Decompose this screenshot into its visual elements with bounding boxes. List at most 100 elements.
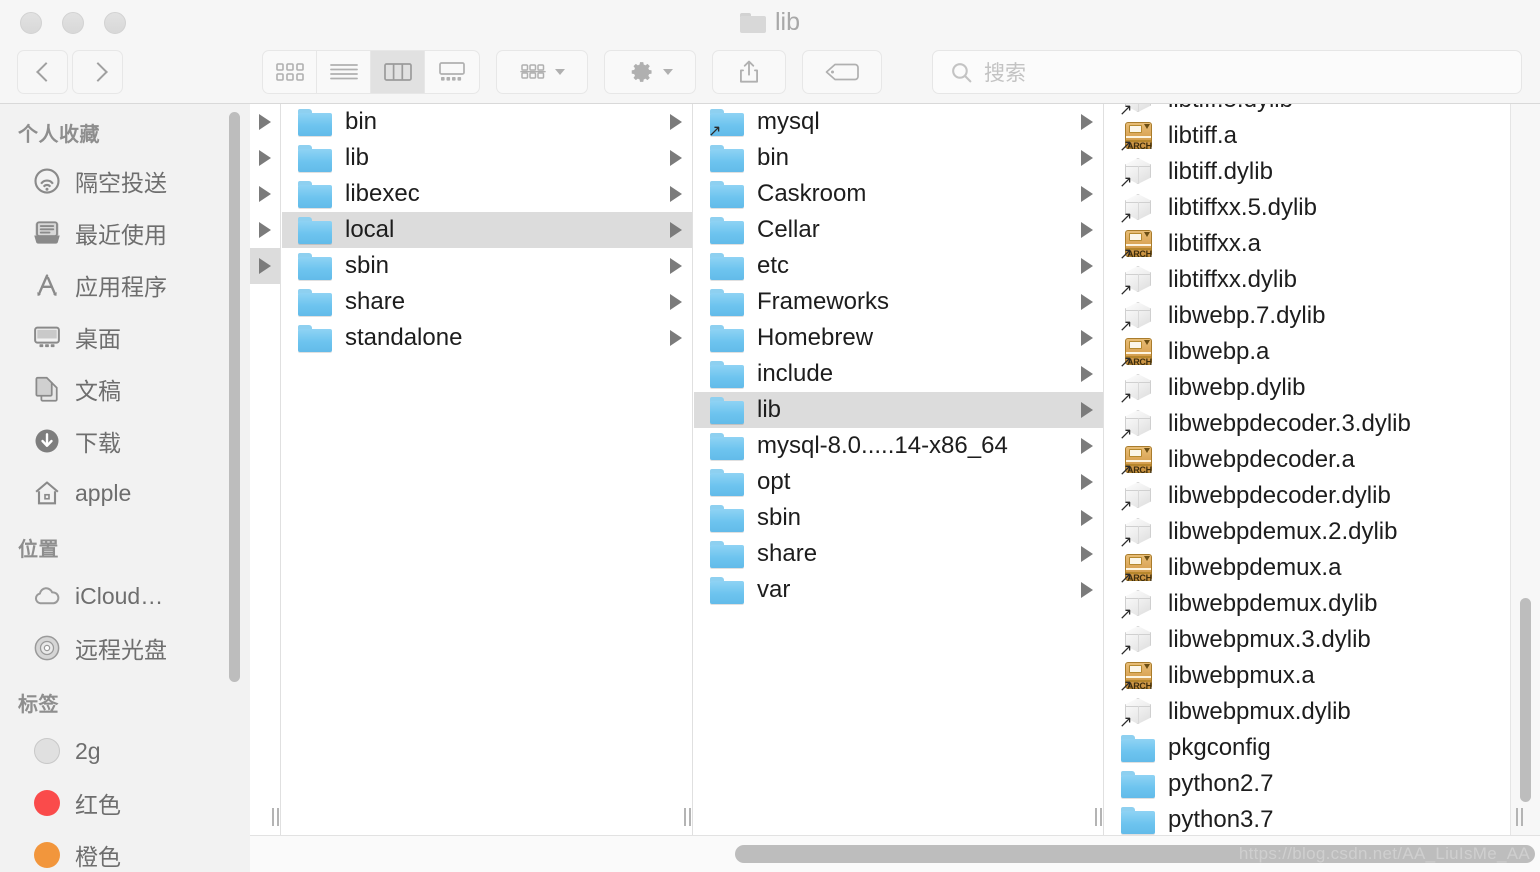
sidebar-item-[interactable]: 下载 [0, 415, 250, 467]
sidebar-item-[interactable]: 文稿 [0, 363, 250, 415]
file-row[interactable]: var [694, 572, 1103, 608]
file-row[interactable]: ↗ libwebpdemux.2.dylib [1105, 514, 1540, 551]
file-row[interactable]: ARCH ↗ libwebpdemux.a [1105, 550, 1540, 587]
file-row[interactable]: ↗ libwebpdecoder.3.dylib [1105, 406, 1540, 443]
back-button[interactable] [17, 50, 68, 94]
disclosure-triangle-icon[interactable] [1081, 186, 1093, 202]
file-row[interactable]: ARCH ↗ libwebp.a [1105, 334, 1540, 371]
disclosure-triangle-icon[interactable] [1081, 294, 1093, 310]
sidebar-item-[interactable]: 应用程序 [0, 259, 250, 311]
file-row[interactable]: mysql-8.0.....14-x86_64 [694, 428, 1103, 464]
sidebar-scrollbar[interactable] [229, 112, 240, 682]
disclosure-triangle-icon[interactable] [1081, 258, 1093, 274]
sidebar-item-apple[interactable]: apple [0, 467, 250, 519]
disclosure-triangle-icon[interactable] [259, 150, 271, 166]
file-row[interactable]: Homebrew [694, 320, 1103, 356]
file-row[interactable]: ↗ libwebpdecoder.dylib [1105, 478, 1540, 515]
disclosure-triangle-icon[interactable] [1081, 438, 1093, 454]
file-row[interactable]: ARCH ↗ libwebpmux.a [1105, 658, 1540, 695]
disclosure-row[interactable] [250, 176, 280, 212]
file-row[interactable]: sbin [282, 248, 692, 284]
share-button[interactable] [712, 50, 786, 94]
file-row[interactable]: etc [694, 248, 1103, 284]
disclosure-triangle-icon[interactable] [1081, 366, 1093, 382]
file-row[interactable]: Caskroom [694, 176, 1103, 212]
file-row[interactable]: lib [694, 392, 1103, 428]
file-row[interactable]: ↗ libwebpmux.dylib [1105, 694, 1540, 731]
disclosure-triangle-icon[interactable] [670, 150, 682, 166]
disclosure-triangle-icon[interactable] [1081, 402, 1093, 418]
file-row[interactable]: bin [282, 104, 692, 140]
sidebar-item-[interactable]: 隔空投送 [0, 155, 250, 207]
file-row[interactable]: ↗ mysql [694, 104, 1103, 140]
disclosure-triangle-icon[interactable] [1081, 222, 1093, 238]
disclosure-row[interactable] [250, 248, 280, 284]
file-row[interactable]: ↗ libwebp.7.dylib [1105, 298, 1540, 335]
disclosure-triangle-icon[interactable] [259, 114, 271, 130]
file-row[interactable]: Frameworks [694, 284, 1103, 320]
disclosure-triangle-icon[interactable] [259, 186, 271, 202]
disclosure-triangle-icon[interactable] [1081, 114, 1093, 130]
file-row[interactable]: Cellar [694, 212, 1103, 248]
column-3-scrollbar[interactable] [1520, 598, 1531, 802]
disclosure-triangle-icon[interactable] [670, 222, 682, 238]
file-row[interactable]: ARCH ↗ libtiff.a [1105, 118, 1540, 155]
action-menu-button[interactable] [604, 50, 696, 94]
file-row[interactable]: share [282, 284, 692, 320]
file-row[interactable]: ↗ libtiffxx.5.dylib [1105, 190, 1540, 227]
file-row[interactable]: ↗ libwebp.dylib [1105, 370, 1540, 407]
disclosure-triangle-icon[interactable] [259, 222, 271, 238]
sidebar-item-[interactable]: 最近使用 [0, 207, 250, 259]
disclosure-triangle-icon[interactable] [670, 114, 682, 130]
disclosure-triangle-icon[interactable] [259, 258, 271, 274]
forward-button[interactable] [72, 50, 123, 94]
file-row[interactable]: python2.7 [1105, 766, 1540, 802]
file-row[interactable]: share [694, 536, 1103, 572]
column-resize-grip[interactable] [1512, 807, 1526, 827]
sidebar-item-[interactable]: 桌面 [0, 311, 250, 363]
disclosure-triangle-icon[interactable] [1081, 582, 1093, 598]
disclosure-triangle-icon[interactable] [670, 186, 682, 202]
disclosure-triangle-icon[interactable] [1081, 330, 1093, 346]
file-row[interactable]: ARCH ↗ libtiffxx.a [1105, 226, 1540, 263]
file-row[interactable]: ↗ libtiffxx.dylib [1105, 262, 1540, 299]
arrange-by-button[interactable] [496, 50, 588, 94]
sidebar-item-[interactable]: 远程光盘 [0, 622, 250, 674]
file-row[interactable]: standalone [282, 320, 692, 356]
search-field[interactable]: 搜索 [932, 50, 1522, 94]
gallery-view-button[interactable] [425, 51, 479, 93]
file-row[interactable]: ↗ libwebpmux.3.dylib [1105, 622, 1540, 659]
add-tag-button[interactable] [802, 50, 882, 94]
file-row[interactable]: python3.7 [1105, 802, 1540, 835]
file-row[interactable]: opt [694, 464, 1103, 500]
file-row[interactable]: bin [694, 140, 1103, 176]
sidebar-item-2g[interactable]: 2g [0, 725, 250, 777]
list-view-button[interactable] [317, 51, 371, 93]
sidebar-item-iCloud[interactable]: iCloud… [0, 570, 250, 622]
disclosure-triangle-icon[interactable] [670, 294, 682, 310]
disclosure-triangle-icon[interactable] [670, 258, 682, 274]
column-resize-grip[interactable] [680, 807, 694, 827]
file-row[interactable]: ARCH ↗ libwebpdecoder.a [1105, 442, 1540, 479]
column-view-button[interactable] [371, 51, 425, 93]
column-resize-grip[interactable] [1091, 807, 1105, 827]
disclosure-row[interactable] [250, 104, 280, 140]
file-row[interactable]: lib [282, 140, 692, 176]
disclosure-triangle-icon[interactable] [1081, 510, 1093, 526]
file-row[interactable]: libexec [282, 176, 692, 212]
file-row[interactable]: ↗ libtiff.dylib [1105, 154, 1540, 191]
column-resize-grip[interactable] [268, 807, 282, 827]
disclosure-row[interactable] [250, 140, 280, 176]
file-row[interactable]: ↗ libtiff.5.dylib [1105, 104, 1540, 119]
file-row[interactable]: sbin [694, 500, 1103, 536]
file-row[interactable]: local [282, 212, 692, 248]
disclosure-triangle-icon[interactable] [1081, 150, 1093, 166]
icon-view-button[interactable] [263, 51, 317, 93]
file-row[interactable]: include [694, 356, 1103, 392]
disclosure-triangle-icon[interactable] [1081, 474, 1093, 490]
disclosure-triangle-icon[interactable] [1081, 546, 1093, 562]
sidebar-item-[interactable]: 红色 [0, 777, 250, 829]
disclosure-row[interactable] [250, 212, 280, 248]
file-row[interactable]: ↗ libwebpdemux.dylib [1105, 586, 1540, 623]
file-row[interactable]: pkgconfig [1105, 730, 1540, 766]
